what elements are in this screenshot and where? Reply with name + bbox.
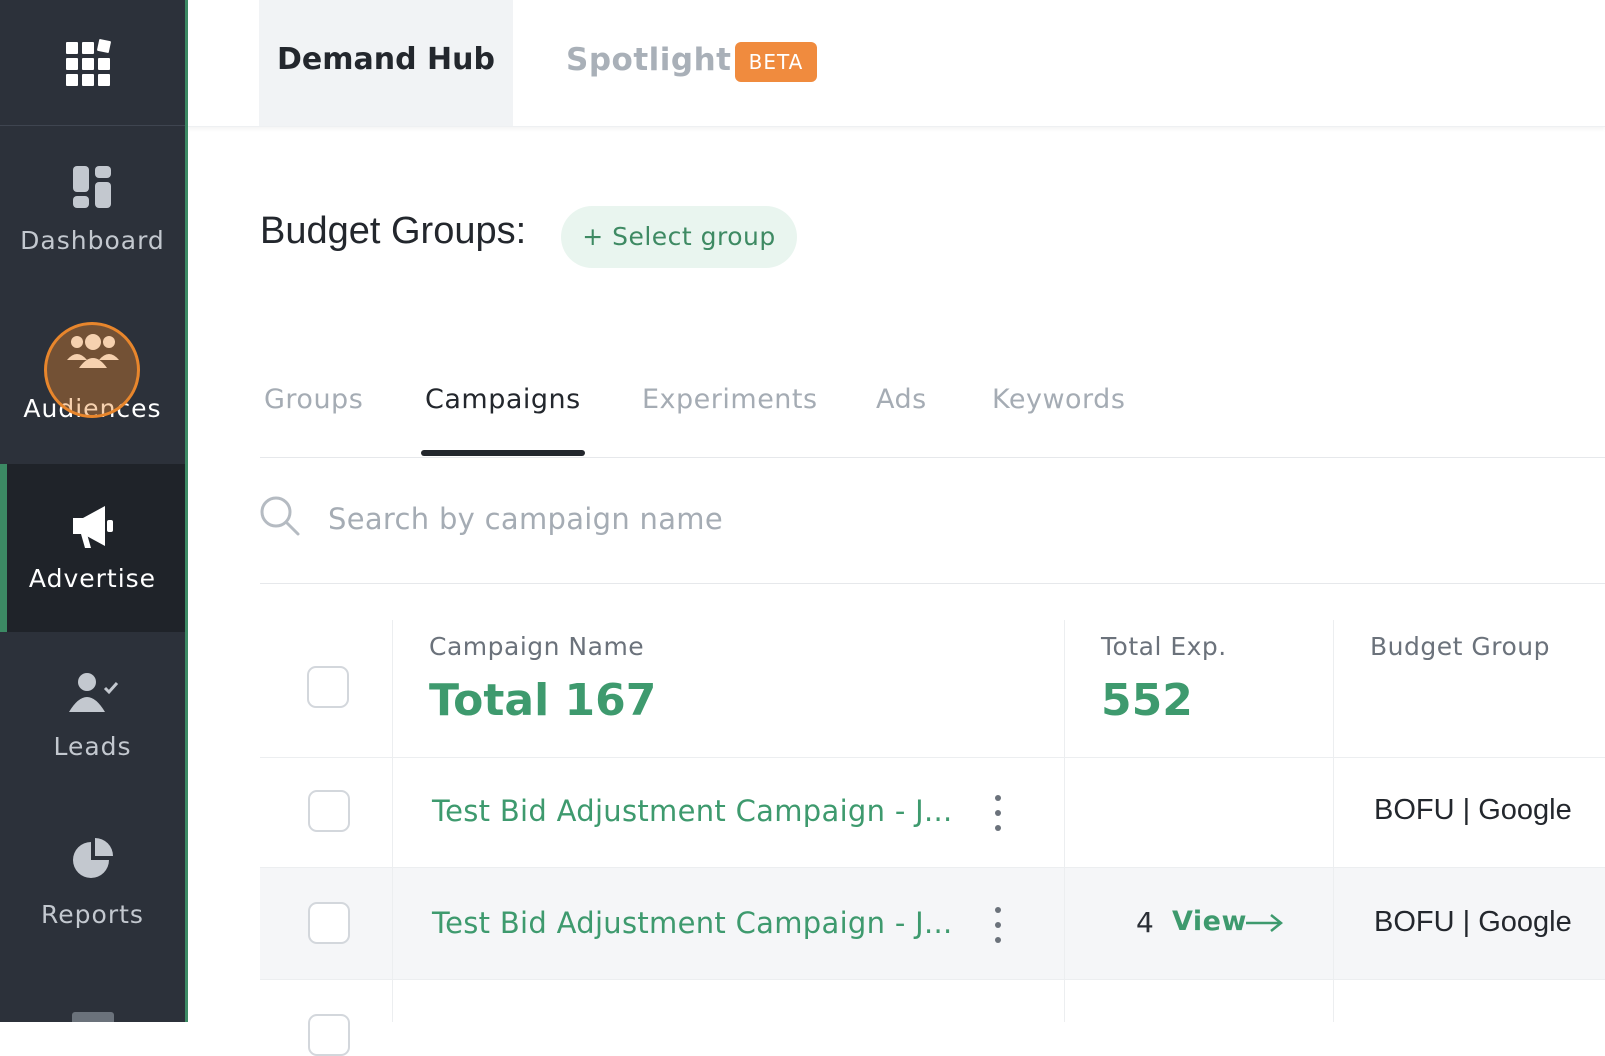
campaign-name-link[interactable]: Test Bid Adjustment Campaign - J... [432,906,953,940]
sidebar-item-advertise[interactable]: Advertise [0,464,185,632]
sidebar-item-label: Dashboard [20,226,165,255]
sidebar-item-dashboard[interactable]: Dashboard [0,126,185,294]
dashboard-icon [72,166,111,208]
pie-chart-icon [72,838,113,878]
tab-groups[interactable]: Groups [264,384,363,415]
tab-ads[interactable]: Ads [876,384,927,415]
budget-groups-label: Budget Groups: [260,210,527,252]
budget-group-value: BOFU | Google [1374,794,1572,826]
tab-demand-hub[interactable]: Demand Hub [259,0,513,126]
row-divider [260,979,1605,980]
budget-group-value: BOFU | Google [1374,906,1572,938]
search-divider [260,583,1605,584]
sidebar-item-label: Reports [41,900,144,929]
row-checkbox[interactable] [308,790,350,832]
search-input[interactable] [326,496,1130,542]
column-header-total-exp[interactable]: Total Exp. [1101,632,1227,661]
leads-icon [68,673,118,712]
column-divider [1333,620,1334,1022]
megaphone-icon [72,506,113,548]
app-logo-area [0,0,185,126]
campaign-name-link[interactable]: Test Bid Adjustment Campaign - J... [432,794,953,828]
view-link[interactable]: View [1172,906,1247,937]
row-divider [260,867,1605,868]
row-checkbox[interactable] [308,902,350,944]
column-header-campaign-name[interactable]: Campaign Name [429,632,644,661]
app-grid-icon[interactable] [64,38,116,90]
column-divider [1064,620,1065,1022]
exp-total: 552 [1101,675,1193,726]
select-group-button[interactable]: + Select group [561,206,797,268]
more-options-icon[interactable] [990,907,1006,943]
exp-count: 4 [1136,906,1154,939]
sidebar-item-reports[interactable]: Reports [0,800,185,968]
campaign-total: Total 167 [429,675,657,726]
sidebar: Dashboard Audiences Advertise Leads Repo… [0,0,185,1022]
beta-badge: BETA [735,42,817,82]
column-header-budget-group[interactable]: Budget Group [1370,632,1550,661]
sidebar-item-leads[interactable]: Leads [0,632,185,800]
row-checkbox[interactable] [308,1014,350,1056]
row-divider [260,757,1605,758]
tab-keywords[interactable]: Keywords [992,384,1125,415]
arrow-right-icon[interactable] [1244,912,1284,934]
sidebar-edge [185,0,188,1022]
search-icon [260,496,300,536]
sidebar-item-partial[interactable] [72,1012,114,1022]
column-divider [392,620,393,1022]
active-tab-underline [421,450,585,456]
click-highlight [44,322,140,418]
sidebar-item-label: Leads [53,732,132,761]
select-all-checkbox[interactable] [307,666,349,708]
tab-spotlight[interactable]: Spotlight [566,42,731,78]
sidebar-item-label: Advertise [28,564,157,593]
more-options-icon[interactable] [990,795,1006,831]
tabs-divider [260,457,1605,458]
tab-campaigns[interactable]: Campaigns [425,384,581,415]
tab-experiments[interactable]: Experiments [642,384,818,415]
tab-label: Demand Hub [277,42,495,77]
